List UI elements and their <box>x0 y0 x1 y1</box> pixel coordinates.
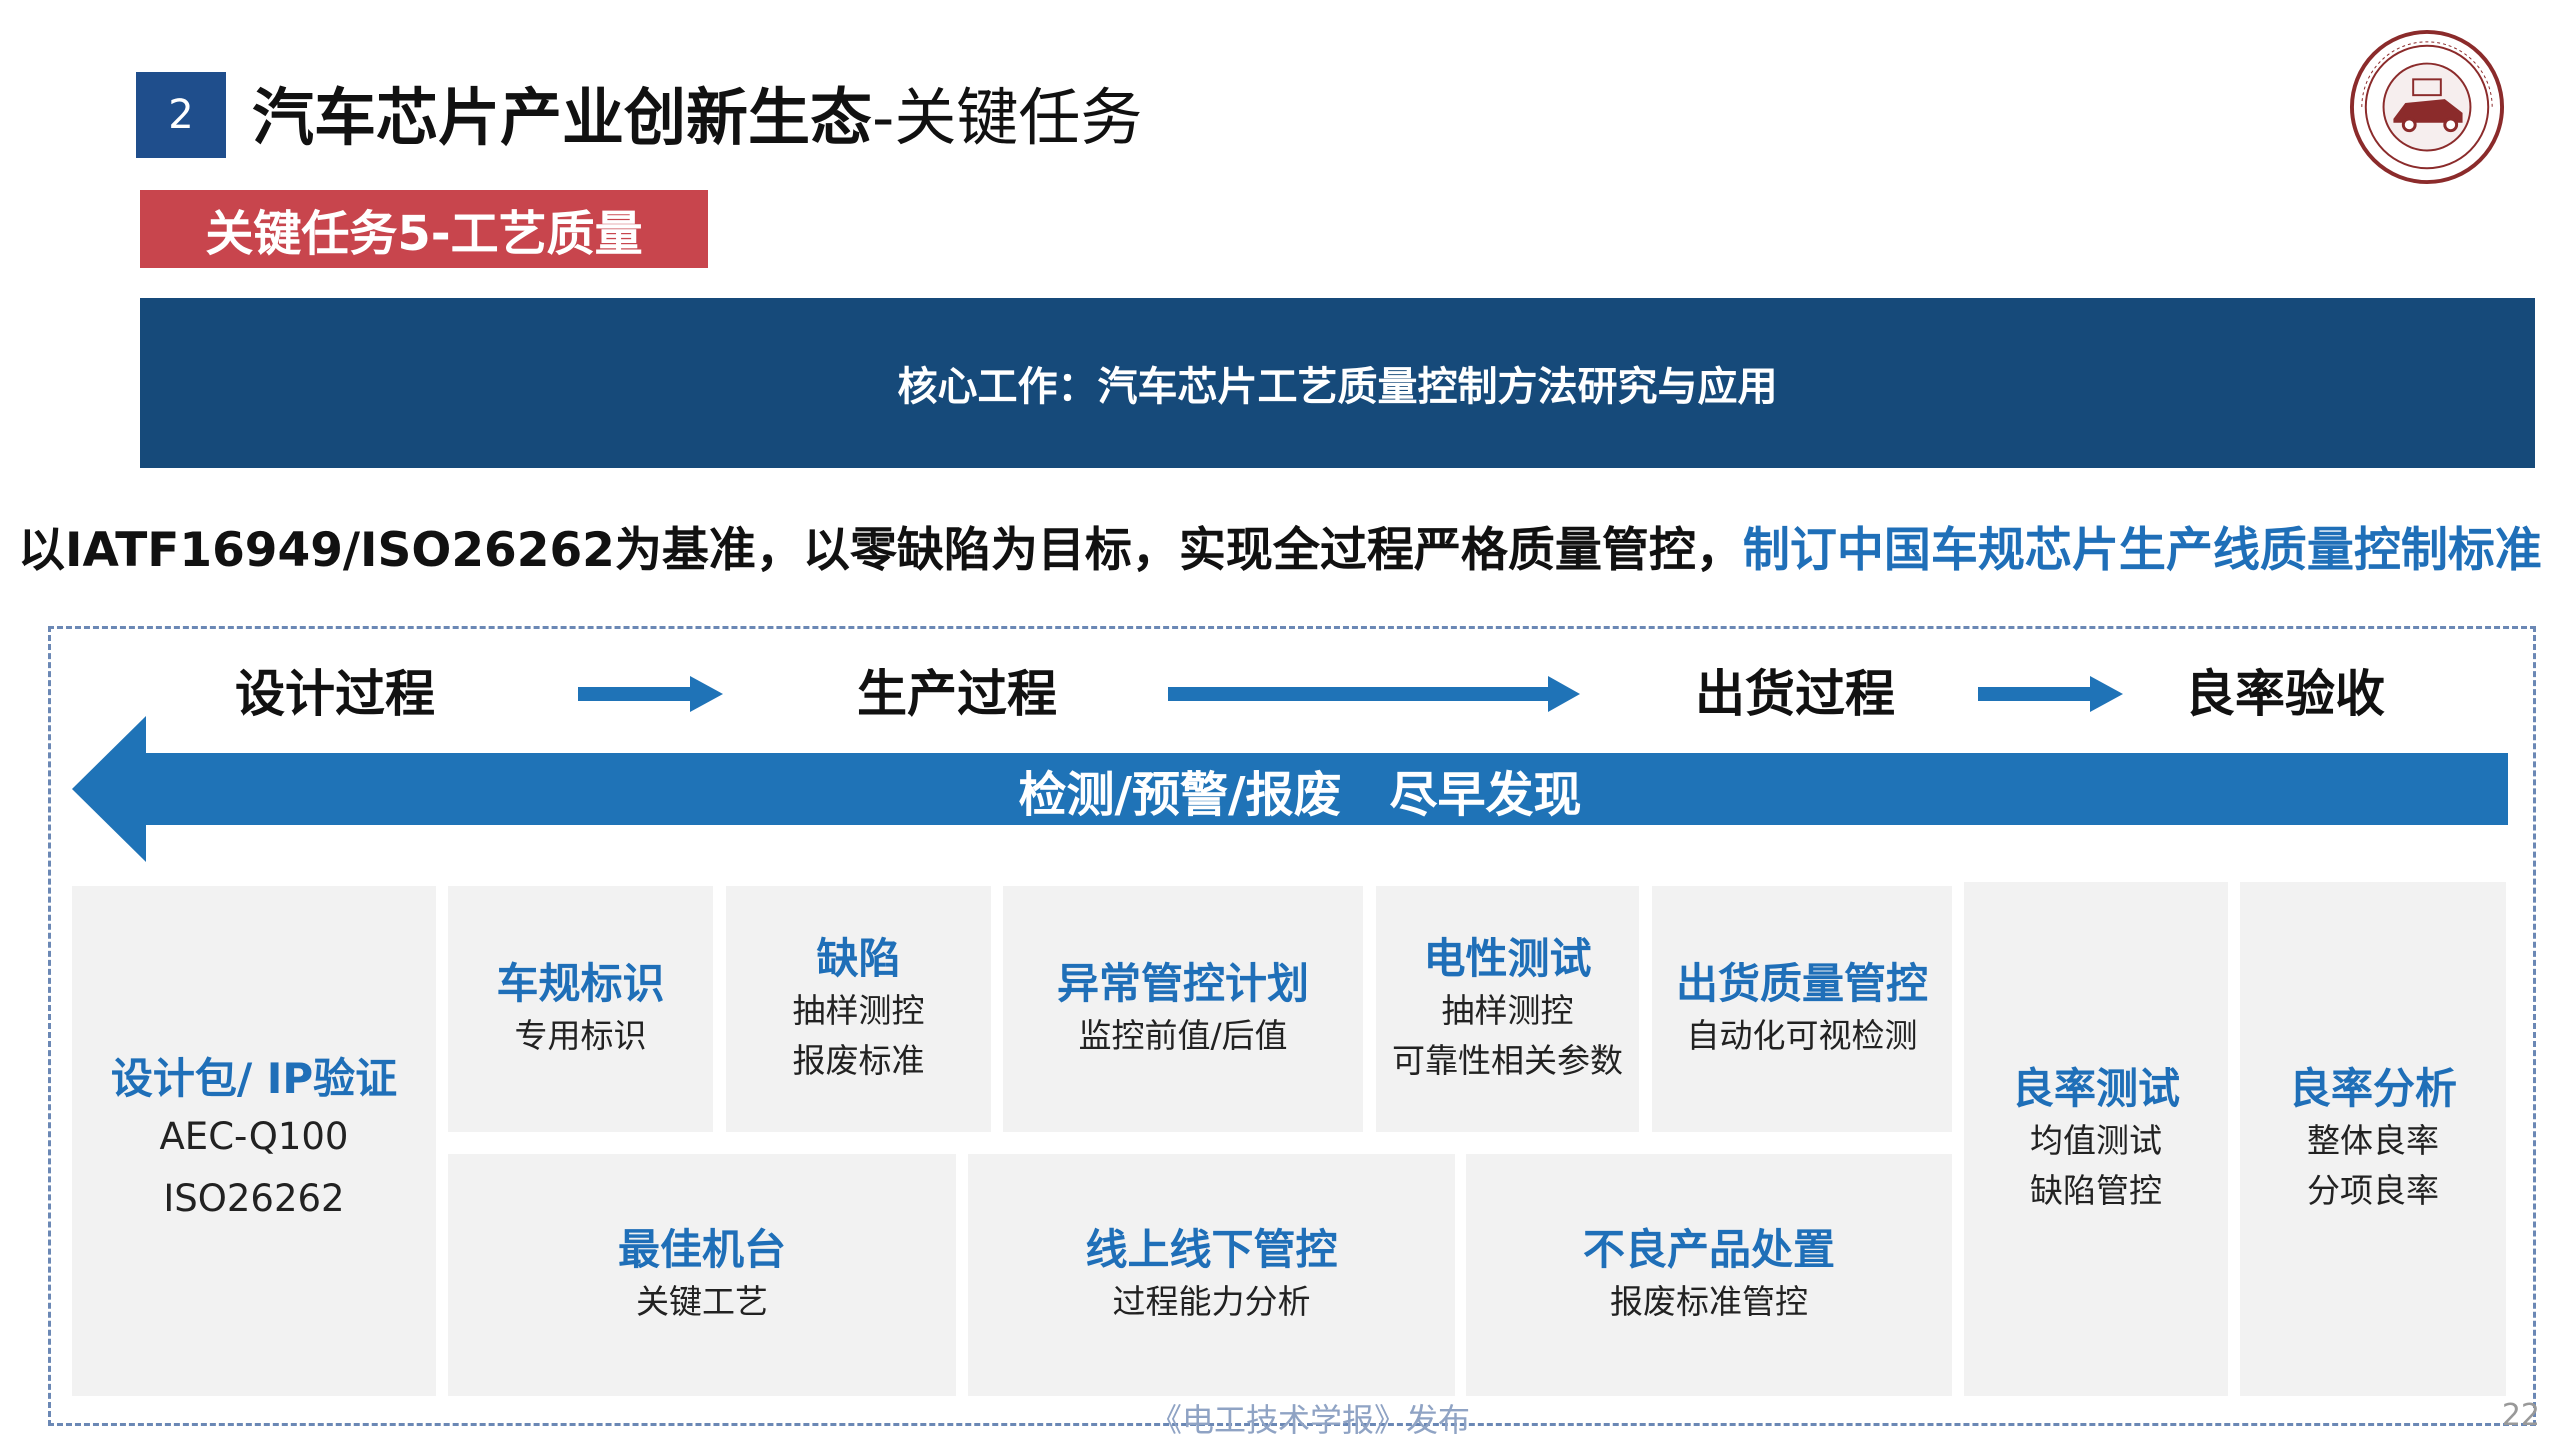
card-automotive-label: 车规标识 专用标识 <box>448 886 713 1132</box>
card-line: 自动化可视检测 <box>1686 1016 1918 1055</box>
seal-logo-icon <box>2349 29 2505 185</box>
right-arrow-icon <box>1978 676 2123 712</box>
core-work-banner: 核心工作：汽车芯片工艺质量控制方法研究与应用 <box>140 298 2535 468</box>
card-title: 电性测试 <box>1423 934 1592 983</box>
card-line: 整体良率 <box>2307 1121 2439 1160</box>
card-line: 分项良率 <box>2307 1171 2439 1210</box>
card-title: 设计包/ IP验证 <box>110 1054 398 1103</box>
card-line: 抽样测控 <box>1441 991 1574 1030</box>
card-line: 专用标识 <box>514 1016 647 1055</box>
card-online-offline-control: 线上线下管控 过程能力分析 <box>968 1154 1455 1396</box>
card-title: 最佳机台 <box>617 1225 786 1274</box>
card-title: 异常管控计划 <box>1056 959 1309 1008</box>
slide-title-main: 汽车芯片产业创新生态 <box>252 81 873 154</box>
card-title: 良率测试 <box>2011 1064 2180 1113</box>
goal-statement-text: 以IATF16949/ISO26262为基准，以零缺陷为目标，实现全过程严格质量… <box>18 523 1743 578</box>
card-title: 缺陷 <box>816 934 901 983</box>
goal-statement-highlight: 制订中国车规芯片生产线质量控制标准 <box>1742 523 2542 578</box>
card-title: 车规标识 <box>496 959 665 1008</box>
card-defective-product-handling: 不良产品处置 报废标准管控 <box>1466 1154 1952 1396</box>
card-title: 不良产品处置 <box>1582 1225 1835 1274</box>
card-line: 关键工艺 <box>636 1282 768 1321</box>
card-line: 过程能力分析 <box>1112 1282 1311 1321</box>
card-line: ISO26262 <box>163 1177 345 1220</box>
goal-statement: 以IATF16949/ISO26262为基准，以零缺陷为目标，实现全过程严格质量… <box>18 508 2548 594</box>
card-line: 可靠性相关参数 <box>1392 1041 1623 1080</box>
card-abnormal-control-plan: 异常管控计划 监控前值/后值 <box>1003 886 1363 1132</box>
card-line: 报废标准 <box>792 1041 925 1080</box>
card-best-machine: 最佳机台 关键工艺 <box>448 1154 956 1396</box>
card-line: 均值测试 <box>2030 1121 2162 1160</box>
right-arrow-icon <box>578 676 723 712</box>
card-title: 出货质量管控 <box>1675 959 1928 1008</box>
card-line: 监控前值/后值 <box>1078 1016 1288 1055</box>
footer-source: 《电工技术学报》发布 <box>1149 1401 1470 1439</box>
card-design-ip-verification: 设计包/ IP验证 AEC-Q100 ISO26262 <box>72 886 436 1396</box>
card-line: 缺陷管控 <box>2030 1171 2162 1210</box>
feedback-arrow-label: 检测/预警/报废 尽早发现 <box>1018 767 1582 823</box>
card-yield-analysis: 良率分析 整体良率 分项良率 <box>2240 882 2506 1396</box>
card-defect: 缺陷 抽样测控 报废标准 <box>726 886 991 1132</box>
card-title: 良率分析 <box>2288 1064 2457 1113</box>
card-line: 报废标准管控 <box>1610 1282 1808 1321</box>
card-line: AEC-Q100 <box>159 1115 349 1158</box>
card-shipping-quality-control: 出货质量管控 自动化可视检测 <box>1652 886 1952 1132</box>
slide-title: 汽车芯片产业创新生态-关键任务 <box>252 68 1142 168</box>
card-electrical-test: 电性测试 抽样测控 可靠性相关参数 <box>1376 886 1639 1132</box>
card-line: 抽样测控 <box>792 991 925 1030</box>
card-yield-test: 良率测试 均值测试 缺陷管控 <box>1964 882 2228 1396</box>
slide-title-suffix: -关键任务 <box>872 81 1143 154</box>
task-tag: 关键任务5-工艺质量 <box>140 190 708 268</box>
page-number: 22 <box>2501 1398 2540 1433</box>
card-title: 线上线下管控 <box>1085 1225 1338 1274</box>
section-number-badge: 2 <box>136 72 226 158</box>
right-arrow-icon <box>1168 676 1580 712</box>
